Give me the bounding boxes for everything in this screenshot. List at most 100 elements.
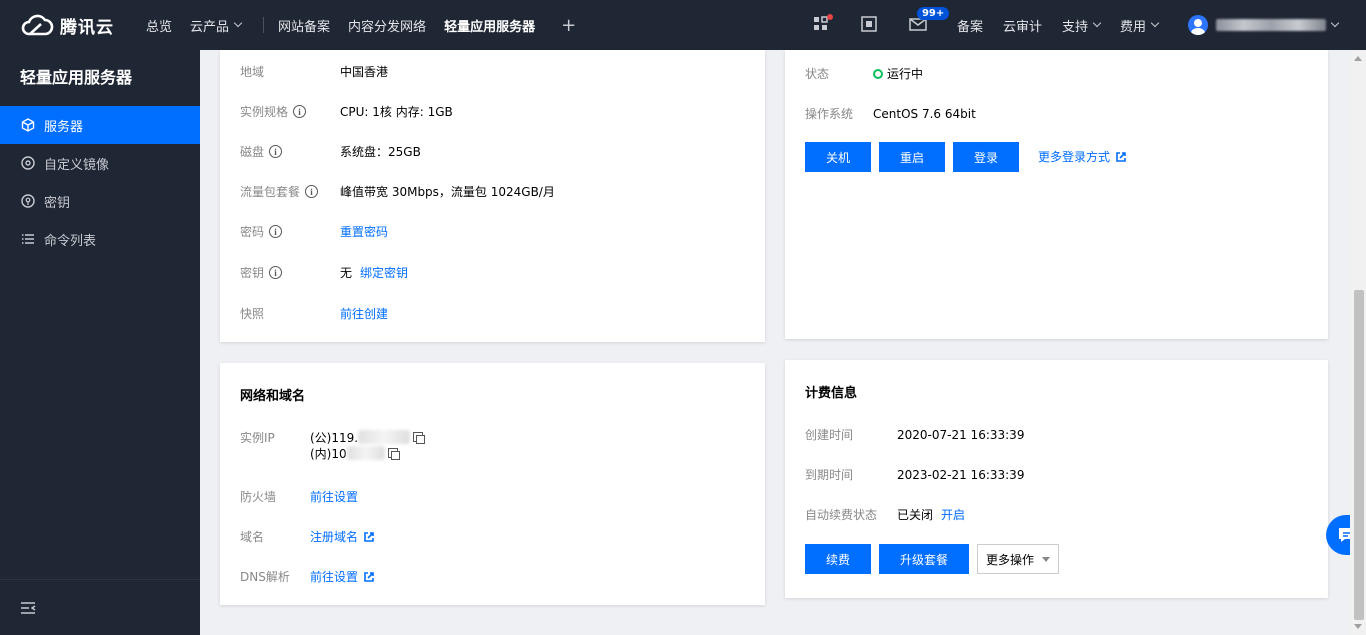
sidebar-item-keys[interactable]: 密钥 (0, 182, 200, 220)
more-login-label: 更多登录方式 (1038, 150, 1111, 164)
row-domain: 域名 注册域名 (240, 528, 374, 545)
billing-card-title: 计费信息 (805, 386, 858, 401)
notification-dot (826, 14, 833, 20)
chevron-down-icon[interactable] (1330, 18, 1340, 28)
user-avatar[interactable] (1188, 15, 1208, 35)
public-ip-line: (公)119. (310, 429, 426, 445)
row-state: 状态 运行中 (805, 65, 923, 82)
row-spec: 实例规格 i CPU: 1核 内存: 1GB (240, 103, 453, 120)
dns-settings-link[interactable]: 前往设置 (310, 568, 374, 585)
nav-overview[interactable]: 总览 (146, 16, 172, 35)
expire-label: 到期时间 (805, 468, 854, 482)
row-region: 地域 中国香港 (240, 63, 388, 80)
private-ip-value: (内)10 (310, 446, 347, 461)
auto-renew-value: 已关闭 (897, 508, 934, 522)
chevron-down-icon (1150, 18, 1160, 28)
login-button[interactable]: 登录 (953, 142, 1019, 172)
create-snapshot-link[interactable]: 前往创建 (340, 305, 388, 322)
more-actions-label: 更多操作 (985, 552, 1034, 567)
message-count-badge: 99+ (916, 7, 950, 20)
dns-label: DNS解析 (240, 570, 290, 584)
sidebar-title: 轻量应用服务器 (20, 68, 133, 87)
collapse-menu-icon (21, 601, 36, 614)
row-snapshot: 快照 前往创建 (240, 305, 388, 322)
firewall-settings-link[interactable]: 前往设置 (310, 488, 358, 505)
nav-pinned-lighthouse[interactable]: 轻量应用服务器 (444, 16, 535, 35)
key-label-group: 密钥 i (240, 264, 340, 281)
nav-products[interactable]: 云产品 (190, 16, 243, 35)
sidebar-item-custom-images[interactable]: 自定义镜像 (0, 144, 200, 182)
account-name-redacted[interactable] (1216, 19, 1326, 31)
row-password: 密码 i 重置密码 (240, 223, 388, 240)
upgrade-plan-button[interactable]: 升级套餐 (879, 544, 969, 574)
info-icon[interactable]: i (293, 105, 307, 118)
sidebar-item-label: 命令列表 (44, 233, 97, 249)
collapse-sidebar-button[interactable] (0, 579, 200, 635)
info-icon[interactable]: i (305, 185, 319, 198)
link-billing[interactable]: 费用 (1119, 16, 1160, 35)
sidebar-item-servers[interactable]: 服务器 (0, 106, 200, 144)
register-domain-link[interactable]: 注册域名 (310, 528, 374, 545)
row-expire: 到期时间 2023-02-21 16:33:39 (805, 466, 1024, 483)
instance-info-card: 地域 中国香港 实例规格 i CPU: 1核 内存: 1GB 磁盘 i 系统盘：25… (220, 50, 765, 342)
info-icon[interactable]: i (269, 145, 283, 158)
scroll-up-icon[interactable] (1354, 56, 1362, 61)
reset-password-link[interactable]: 重置密码 (340, 223, 388, 240)
private-ip-redacted (346, 446, 385, 460)
brand-logo[interactable]: 腾讯云 (20, 13, 140, 38)
mail-icon[interactable]: 99+ (909, 7, 950, 34)
traffic-value: 峰值带宽 30Mbps，流量包 1024GB/月 (340, 185, 555, 199)
shutdown-button[interactable]: 关机 (805, 142, 871, 172)
restart-button[interactable]: 重启 (879, 142, 945, 172)
scrollbar-thumb[interactable] (1354, 290, 1364, 620)
ip-values: (公)119. (内)10 (310, 429, 426, 461)
disk-label: 磁盘 (240, 145, 265, 159)
region-value: 中国香港 (340, 65, 389, 79)
link-cloud-audit[interactable]: 云审计 (1003, 16, 1042, 35)
scroll-down-icon[interactable] (1354, 624, 1362, 629)
os-label: 操作系统 (805, 107, 854, 121)
password-label: 密码 (240, 225, 265, 239)
link-support[interactable]: 支持 (1062, 16, 1102, 35)
nav-pinned-beian[interactable]: 网站备案 (278, 16, 330, 35)
copy-icon[interactable] (387, 448, 400, 460)
info-icon[interactable]: i (269, 266, 283, 279)
more-actions-dropdown[interactable]: 更多操作 (977, 544, 1059, 574)
spec-label: 实例规格 (240, 105, 289, 119)
link-billing-label: 费用 (1119, 19, 1146, 35)
nav-products-label: 云产品 (190, 19, 230, 35)
dns-settings-label: 前往设置 (310, 570, 359, 584)
spec-label-group: 实例规格 i (240, 103, 340, 120)
link-beian[interactable]: 备案 (957, 16, 983, 35)
running-status-icon (873, 68, 883, 79)
more-login-row: 更多登录方式 (1038, 148, 1126, 165)
billing-info-card: 计费信息 创建时间 2020-07-21 16:33:39 到期时间 2023-… (785, 360, 1328, 598)
add-shortcut-icon[interactable]: + (561, 15, 576, 36)
scan-qr-icon[interactable] (861, 16, 879, 34)
region-label: 地域 (240, 65, 265, 79)
external-link-icon (364, 531, 374, 542)
nav-pinned-cdn[interactable]: 内容分发网络 (348, 16, 426, 35)
traffic-label: 流量包套餐 (240, 185, 301, 199)
more-login-link[interactable]: 更多登录方式 (1038, 148, 1126, 165)
snapshot-label: 快照 (240, 307, 265, 321)
copy-icon[interactable] (413, 432, 426, 444)
renew-button[interactable]: 续费 (805, 544, 871, 574)
row-instance-ip: 实例IP (公)119. (内)10 (240, 429, 426, 461)
chevron-down-icon (1092, 18, 1102, 28)
enable-auto-renew-link[interactable]: 开启 (941, 506, 965, 523)
public-ip-value: (公)119. (310, 430, 359, 445)
bind-key-link[interactable]: 绑定密钥 (360, 264, 408, 281)
top-right-tools: 99+ 备案 云审计 支持 费用 (813, 0, 1340, 50)
key-value: 无 (340, 266, 353, 280)
sidebar-item-commands[interactable]: 命令列表 (0, 220, 200, 258)
cube-icon (20, 117, 36, 133)
password-label-group: 密码 i (240, 223, 340, 240)
grid-apps-icon[interactable] (813, 14, 833, 34)
page-scrollbar[interactable] (1350, 50, 1366, 635)
disc-icon (20, 155, 36, 171)
network-domain-card: 网络和域名 实例IP (公)119. (内)10 防火墙 前往设置 域名 注册域… (220, 363, 765, 605)
ip-label: 实例IP (240, 431, 275, 445)
traffic-label-group: 流量包套餐 i (240, 183, 340, 200)
info-icon[interactable]: i (269, 225, 283, 238)
